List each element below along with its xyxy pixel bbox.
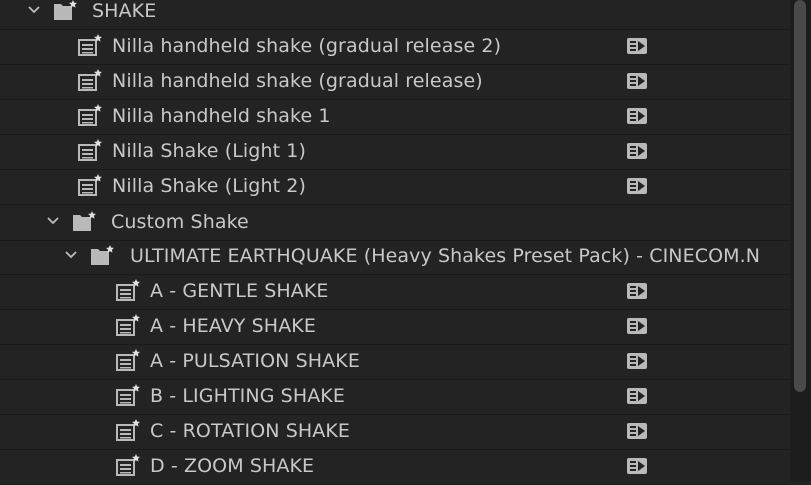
folder-row-ultimate-earthquake[interactable]: ULTIMATE EARTHQUAKE (Heavy Shakes Preset… <box>0 240 790 275</box>
preset-label: Nilla handheld shake 1 <box>112 105 331 127</box>
preset-icon <box>116 454 140 476</box>
preset-label: Nilla handheld shake (gradual release) <box>112 70 483 92</box>
preset-row[interactable]: Nilla Shake (Light 2) <box>0 170 790 205</box>
effect-type-icon <box>627 423 647 439</box>
effect-type-icon <box>627 353 647 369</box>
preset-row[interactable]: Nilla handheld shake 1 <box>0 100 790 135</box>
preset-row[interactable]: B - LIGHTING SHAKE <box>0 380 790 415</box>
preset-icon <box>78 69 102 91</box>
folder-label-ultimate-earthquake: ULTIMATE EARTHQUAKE (Heavy Shakes Preset… <box>130 245 761 267</box>
scrollbar-thumb[interactable] <box>794 0 806 392</box>
chevron-down-icon[interactable] <box>27 3 41 17</box>
preset-folder-icon <box>54 0 77 20</box>
preset-icon <box>116 279 140 301</box>
effect-type-icon <box>627 283 647 299</box>
preset-icon <box>78 104 102 126</box>
effect-type-icon <box>627 178 647 194</box>
preset-label: C - ROTATION SHAKE <box>150 420 351 442</box>
folder-row-shake[interactable]: SHAKE <box>0 0 790 30</box>
folder-label-shake: SHAKE <box>92 0 157 22</box>
preset-folder-icon <box>91 245 114 265</box>
preset-label: A - PULSATION SHAKE <box>150 350 360 372</box>
folder-row-custom-shake[interactable]: Custom Shake <box>0 206 790 241</box>
effect-type-icon <box>627 143 647 159</box>
effects-panel: SHAKE Nilla handheld shake (gradual rele… <box>0 0 811 485</box>
effect-type-icon <box>627 388 647 404</box>
preset-label: D - ZOOM SHAKE <box>150 455 315 477</box>
effect-type-icon <box>627 458 647 474</box>
preset-label: B - LIGHTING SHAKE <box>150 385 345 407</box>
preset-row[interactable]: Nilla handheld shake (gradual release) <box>0 65 790 100</box>
preset-icon <box>78 34 102 56</box>
preset-icon <box>78 174 102 196</box>
effect-type-icon <box>627 38 647 54</box>
folder-label-custom-shake: Custom Shake <box>111 211 249 233</box>
preset-folder-icon <box>73 211 96 231</box>
preset-row[interactable]: Nilla handheld shake (gradual release 2) <box>0 30 790 65</box>
chevron-down-icon[interactable] <box>46 214 60 228</box>
preset-row[interactable]: Nilla Shake (Light 1) <box>0 135 790 170</box>
preset-label: Nilla Shake (Light 1) <box>112 140 307 162</box>
effect-type-icon <box>627 73 647 89</box>
chevron-down-icon[interactable] <box>64 248 78 262</box>
preset-row[interactable]: D - ZOOM SHAKE <box>0 450 790 485</box>
preset-row[interactable]: C - ROTATION SHAKE <box>0 415 790 450</box>
preset-row[interactable]: A - GENTLE SHAKE <box>0 275 790 310</box>
effect-type-icon <box>627 318 647 334</box>
preset-row[interactable]: A - PULSATION SHAKE <box>0 345 790 380</box>
preset-icon <box>116 419 140 441</box>
preset-label: A - HEAVY SHAKE <box>150 315 316 337</box>
preset-icon <box>78 139 102 161</box>
preset-icon <box>116 384 140 406</box>
preset-label: Nilla handheld shake (gradual release 2) <box>112 35 502 57</box>
effect-type-icon <box>627 108 647 124</box>
preset-row[interactable]: A - HEAVY SHAKE <box>0 310 790 345</box>
preset-icon <box>116 349 140 371</box>
preset-label: Nilla Shake (Light 2) <box>112 175 307 197</box>
preset-label: A - GENTLE SHAKE <box>150 280 329 302</box>
preset-icon <box>116 314 140 336</box>
